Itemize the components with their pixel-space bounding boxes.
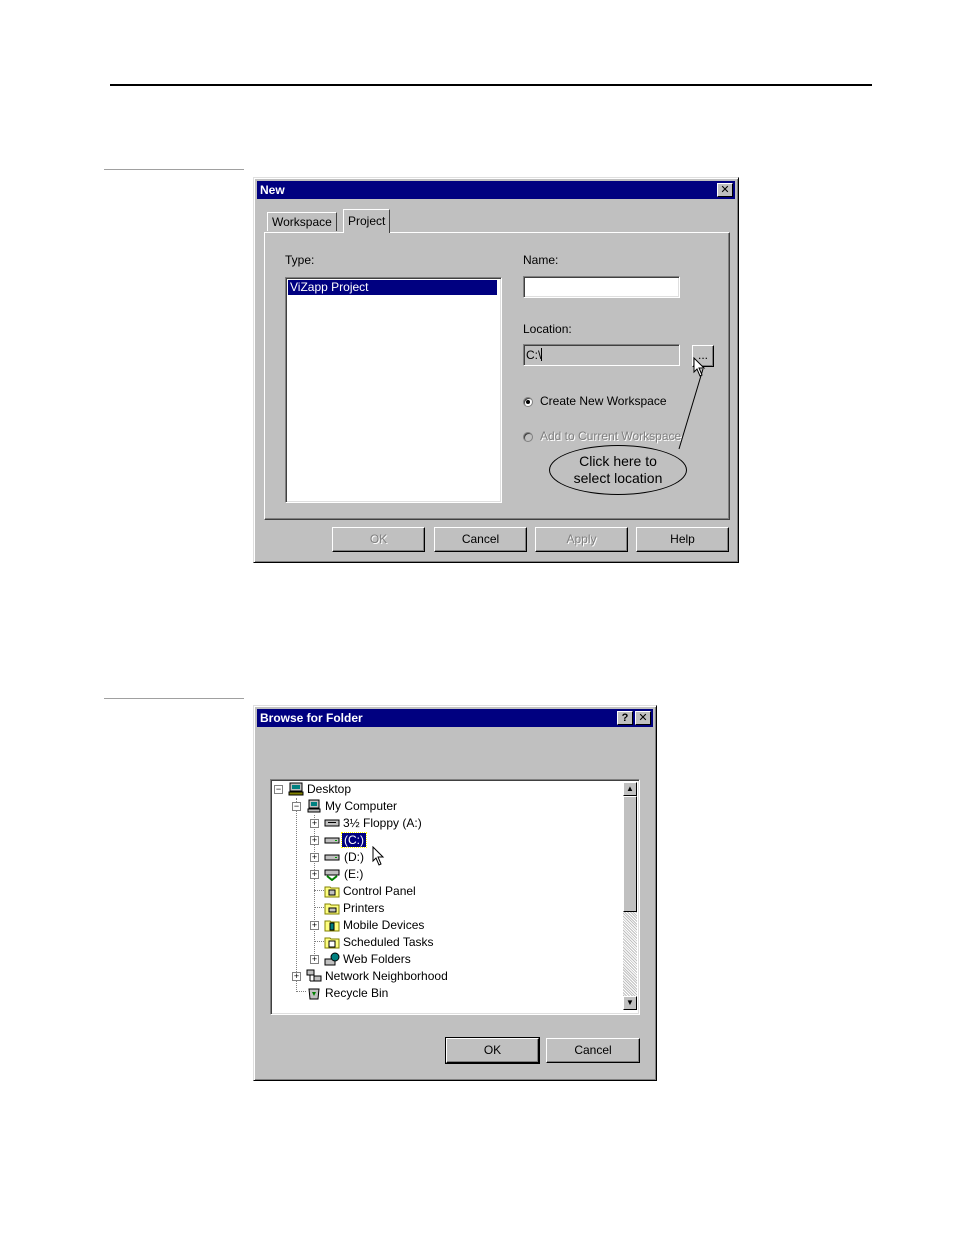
mobile-devices-icon bbox=[324, 920, 340, 932]
vertical-scrollbar[interactable]: ▲ ▼ bbox=[623, 782, 637, 1010]
scheduled-tasks-icon bbox=[324, 937, 340, 949]
recycle-bin-icon bbox=[308, 988, 320, 1000]
radio-add-label: Add to Current Workspace bbox=[540, 429, 682, 443]
hard-drive-icon bbox=[324, 854, 340, 861]
tab-project[interactable]: Project bbox=[343, 209, 391, 233]
tree-line bbox=[314, 907, 324, 908]
web-folders-icon bbox=[324, 952, 340, 966]
collapse-icon[interactable]: − bbox=[274, 785, 283, 794]
close-button[interactable]: ✕ bbox=[717, 183, 733, 197]
expand-icon[interactable]: + bbox=[310, 853, 319, 862]
type-label: Type: bbox=[285, 253, 315, 267]
location-field[interactable]: C:\ bbox=[523, 344, 680, 366]
tree-line bbox=[314, 890, 324, 891]
cancel-button[interactable]: Cancel bbox=[434, 527, 527, 552]
new-dialog-titlebar: New ✕ bbox=[257, 181, 735, 199]
figure-rule-1 bbox=[104, 169, 244, 170]
help-button[interactable]: Help bbox=[636, 527, 729, 552]
scroll-up-button[interactable]: ▲ bbox=[623, 782, 637, 796]
type-list[interactable]: ViZapp Project bbox=[285, 277, 502, 503]
network-drive-icon bbox=[324, 869, 340, 881]
hard-drive-icon bbox=[324, 837, 340, 844]
tab-workspace[interactable]: Workspace bbox=[267, 212, 337, 231]
ok-button[interactable]: OK bbox=[445, 1037, 540, 1064]
close-button[interactable]: ✕ bbox=[635, 711, 651, 725]
text-cursor bbox=[541, 348, 543, 361]
tab-panel: Type: ViZapp Project Name: Location: C:\… bbox=[264, 232, 730, 520]
desktop-icon bbox=[288, 782, 304, 796]
expand-icon[interactable]: + bbox=[310, 955, 319, 964]
radio-create-button[interactable] bbox=[523, 397, 533, 407]
mouse-cursor-icon bbox=[693, 357, 706, 377]
scroll-thumb[interactable] bbox=[623, 796, 637, 912]
computer-icon bbox=[307, 799, 321, 813]
mouse-cursor-icon bbox=[372, 846, 385, 866]
expand-icon[interactable]: + bbox=[310, 836, 319, 845]
expand-icon[interactable]: + bbox=[310, 870, 319, 879]
tree-line bbox=[296, 798, 297, 992]
floppy-drive-icon bbox=[324, 819, 340, 827]
apply-button[interactable]: Apply bbox=[535, 527, 628, 552]
name-field[interactable] bbox=[523, 276, 680, 298]
folder-tree[interactable]: − Desktop − My Computer + 3½ Floppy (A:)… bbox=[270, 779, 640, 1015]
question-icon: ? bbox=[621, 712, 629, 724]
close-icon: ✕ bbox=[720, 184, 730, 196]
ok-button[interactable]: OK bbox=[332, 527, 425, 552]
expand-icon[interactable]: + bbox=[310, 921, 319, 930]
scroll-down-button[interactable]: ▼ bbox=[623, 996, 637, 1010]
list-item-vizapp-project[interactable]: ViZapp Project bbox=[288, 280, 497, 295]
browse-dialog-title: Browse for Folder bbox=[260, 711, 363, 725]
collapse-icon[interactable]: − bbox=[292, 802, 301, 811]
name-label: Name: bbox=[523, 253, 559, 267]
browse-folder-dialog: Browse for Folder ? ✕ − Desktop − My Com… bbox=[253, 705, 657, 1081]
tree-line bbox=[314, 941, 324, 942]
browse-dialog-titlebar: Browse for Folder ? ✕ bbox=[257, 709, 653, 727]
callout-line-2: select location bbox=[573, 470, 663, 486]
callout-pointer-line bbox=[678, 368, 704, 450]
radio-create-label: Create New Workspace bbox=[540, 394, 667, 408]
network-icon bbox=[306, 969, 322, 982]
page-header-rule bbox=[110, 84, 872, 86]
location-label: Location: bbox=[523, 322, 572, 336]
figure-rule-2 bbox=[104, 698, 244, 699]
radio-add-button[interactable] bbox=[523, 432, 533, 442]
callout-line-1: Click here to bbox=[579, 453, 657, 469]
expand-icon[interactable]: + bbox=[310, 819, 319, 828]
control-panel-icon bbox=[324, 886, 340, 898]
new-dialog: New ✕ Workspace Project Type: ViZapp Pro… bbox=[253, 177, 739, 563]
cancel-button[interactable]: Cancel bbox=[546, 1038, 640, 1063]
selected-label: (C:) bbox=[341, 832, 367, 848]
tab-project-label: Project bbox=[348, 214, 386, 228]
help-title-button[interactable]: ? bbox=[617, 711, 633, 725]
tree-line bbox=[296, 991, 306, 992]
tab-workspace-label: Workspace bbox=[272, 215, 332, 229]
printers-icon bbox=[324, 903, 340, 915]
expand-icon[interactable]: + bbox=[292, 972, 301, 981]
new-dialog-title: New bbox=[260, 183, 285, 197]
close-icon: ✕ bbox=[638, 712, 648, 724]
